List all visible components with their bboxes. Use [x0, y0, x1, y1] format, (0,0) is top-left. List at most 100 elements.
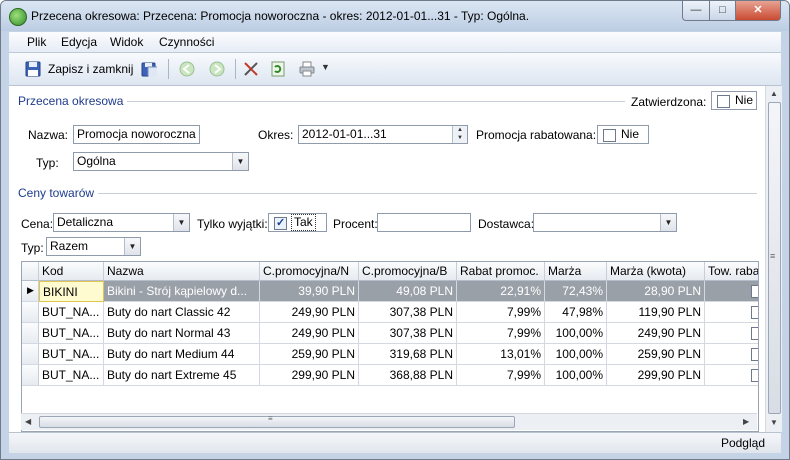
cell-discount[interactable]: 22,91% — [457, 281, 545, 302]
column-header-margin[interactable]: Marża — [545, 262, 607, 281]
cell-name[interactable]: Buty do nart Extreme 45 — [104, 365, 260, 386]
row-checkbox[interactable] — [751, 306, 758, 319]
cell-margin-amount[interactable]: 259,90 PLN — [607, 344, 705, 365]
scroll-down-icon[interactable]: ▼ — [770, 418, 778, 427]
cell-margin-amount[interactable]: 299,90 PLN — [607, 365, 705, 386]
cell-net-promo[interactable]: 299,90 PLN — [260, 365, 359, 386]
cell-name[interactable]: Bikini - Strój kąpielowy d... — [104, 281, 260, 302]
column-header-net-promo[interactable]: C.promocyjna/N — [260, 262, 359, 281]
cell-discount[interactable]: 13,01% — [457, 344, 545, 365]
promo-checkbox-field[interactable]: Nie — [597, 125, 649, 144]
row-checkbox[interactable] — [751, 327, 758, 340]
vertical-scroll-thumb[interactable]: ≡ — [768, 102, 781, 414]
menu-czynnosci[interactable]: Czynności — [159, 35, 214, 49]
cell-net-promo[interactable]: 249,90 PLN — [260, 302, 359, 323]
menu-edycja[interactable]: Edycja — [61, 35, 97, 49]
only-exceptions-checkbox[interactable]: ✓ — [274, 217, 287, 230]
cell-gross-promo[interactable]: 49,08 PLN — [359, 281, 457, 302]
percent-input[interactable] — [377, 213, 471, 232]
cell-code[interactable]: BUT_NA... — [39, 302, 104, 323]
cell-discount[interactable]: 7,99% — [457, 323, 545, 344]
cell-code[interactable]: BIKINI — [39, 281, 104, 302]
chevron-down-icon[interactable]: ▼ — [660, 214, 676, 231]
cell-code[interactable]: BUT_NA... — [39, 323, 104, 344]
cell-discounted[interactable] — [705, 344, 758, 365]
tools-icon[interactable] — [243, 61, 259, 77]
column-header-margin-amount[interactable]: Marża (kwota) — [607, 262, 705, 281]
cell-net-promo[interactable]: 249,90 PLN — [260, 323, 359, 344]
row-indicator[interactable] — [22, 302, 39, 323]
row-indicator[interactable] — [22, 323, 39, 344]
name-input[interactable]: Promocja noworoczna — [73, 125, 200, 144]
cell-discounted[interactable] — [705, 323, 758, 344]
forward-arrow-icon[interactable] — [209, 61, 225, 77]
cell-code[interactable]: BUT_NA... — [39, 344, 104, 365]
save-as-icon[interactable] — [141, 61, 157, 77]
type-combo[interactable]: Ogólna ▼ — [73, 152, 249, 171]
back-arrow-icon[interactable] — [179, 61, 195, 77]
grid-type-combo[interactable]: Razem ▼ — [46, 237, 141, 256]
cell-discounted[interactable] — [705, 281, 758, 302]
only-exceptions-field[interactable]: ✓ Tak — [268, 213, 327, 232]
cell-gross-promo[interactable]: 319,68 PLN — [359, 344, 457, 365]
cell-margin-amount[interactable]: 119,90 PLN — [607, 302, 705, 323]
column-header-code[interactable]: Kod — [39, 262, 104, 281]
maximize-button[interactable]: □ — [709, 1, 736, 21]
cell-net-promo[interactable]: 39,90 PLN — [260, 281, 359, 302]
cell-name[interactable]: Buty do nart Classic 42 — [104, 302, 260, 323]
column-header-discount[interactable]: Rabat promoc. — [457, 262, 545, 281]
row-indicator[interactable] — [22, 365, 39, 386]
column-header-name[interactable]: Nazwa — [104, 262, 260, 281]
cell-name[interactable]: Buty do nart Normal 43 — [104, 323, 260, 344]
chevron-down-icon[interactable]: ▼ — [124, 238, 140, 255]
cell-margin[interactable]: 100,00% — [545, 365, 607, 386]
cell-gross-promo[interactable]: 307,38 PLN — [359, 323, 457, 344]
cell-discount[interactable]: 7,99% — [457, 365, 545, 386]
cell-discounted[interactable] — [705, 302, 758, 323]
horizontal-scroll-thumb[interactable]: ≡ — [39, 414, 515, 428]
cell-code[interactable]: BUT_NA... — [39, 365, 104, 386]
chevron-down-icon[interactable]: ▼ — [232, 153, 248, 170]
scroll-up-icon[interactable]: ▲ — [770, 89, 778, 98]
cell-net-promo[interactable]: 259,90 PLN — [260, 344, 359, 365]
supplier-combo[interactable]: ▼ — [533, 213, 677, 232]
row-checkbox[interactable] — [751, 369, 758, 382]
cell-gross-promo[interactable]: 307,38 PLN — [359, 302, 457, 323]
minimize-button[interactable]: — — [682, 1, 710, 21]
approved-checkbox[interactable] — [717, 95, 730, 108]
save-close-button[interactable]: Zapisz i zamknij — [23, 58, 141, 80]
period-spinner[interactable]: ▲ ▼ — [452, 126, 467, 143]
close-button[interactable]: ✕ — [735, 1, 781, 21]
cell-margin[interactable]: 100,00% — [545, 344, 607, 365]
cell-margin[interactable]: 100,00% — [545, 323, 607, 344]
menu-widok[interactable]: Widok — [110, 35, 143, 49]
print-dropdown-arrow-icon[interactable]: ▼ — [321, 62, 330, 72]
cell-margin[interactable]: 72,43% — [545, 281, 607, 302]
spin-up-icon[interactable]: ▲ — [453, 126, 467, 134]
cell-margin-amount[interactable]: 249,90 PLN — [607, 323, 705, 344]
column-header-discounted[interactable]: Tow. rabat — [705, 262, 758, 281]
cell-discount[interactable]: 7,99% — [457, 302, 545, 323]
approved-checkbox-field[interactable]: Nie — [711, 91, 757, 110]
scroll-left-icon[interactable]: ◀ — [25, 417, 31, 426]
price-combo[interactable]: Detaliczna ▼ — [53, 213, 190, 232]
row-checkbox[interactable] — [751, 348, 758, 361]
cell-margin-amount[interactable]: 28,90 PLN — [607, 281, 705, 302]
spin-down-icon[interactable]: ▼ — [453, 134, 467, 142]
cell-gross-promo[interactable]: 368,88 PLN — [359, 365, 457, 386]
grid-horizontal-scrollbar[interactable]: ◀ ≡ ▶ — [21, 413, 757, 430]
cell-discounted[interactable] — [705, 365, 758, 386]
period-input[interactable]: 2012-01-01...31 ▲ ▼ — [298, 125, 468, 144]
refresh-icon[interactable] — [270, 61, 286, 77]
print-icon[interactable] — [299, 61, 315, 77]
prices-grid[interactable]: Kod Nazwa C.promocyjna/N C.promocyjna/B … — [21, 261, 759, 432]
title-bar[interactable]: Przecena okresowa: Przecena: Promocja no… — [1, 1, 789, 31]
app-icon[interactable] — [9, 8, 27, 26]
scroll-right-icon[interactable]: ▶ — [743, 417, 749, 426]
row-indicator[interactable] — [22, 344, 39, 365]
chevron-down-icon[interactable]: ▼ — [173, 214, 189, 231]
column-header-gross-promo[interactable]: C.promocyjna/B — [359, 262, 457, 281]
cell-name[interactable]: Buty do nart Medium 44 — [104, 344, 260, 365]
row-indicator[interactable]: ▶ — [22, 281, 39, 302]
row-checkbox[interactable] — [751, 285, 758, 298]
